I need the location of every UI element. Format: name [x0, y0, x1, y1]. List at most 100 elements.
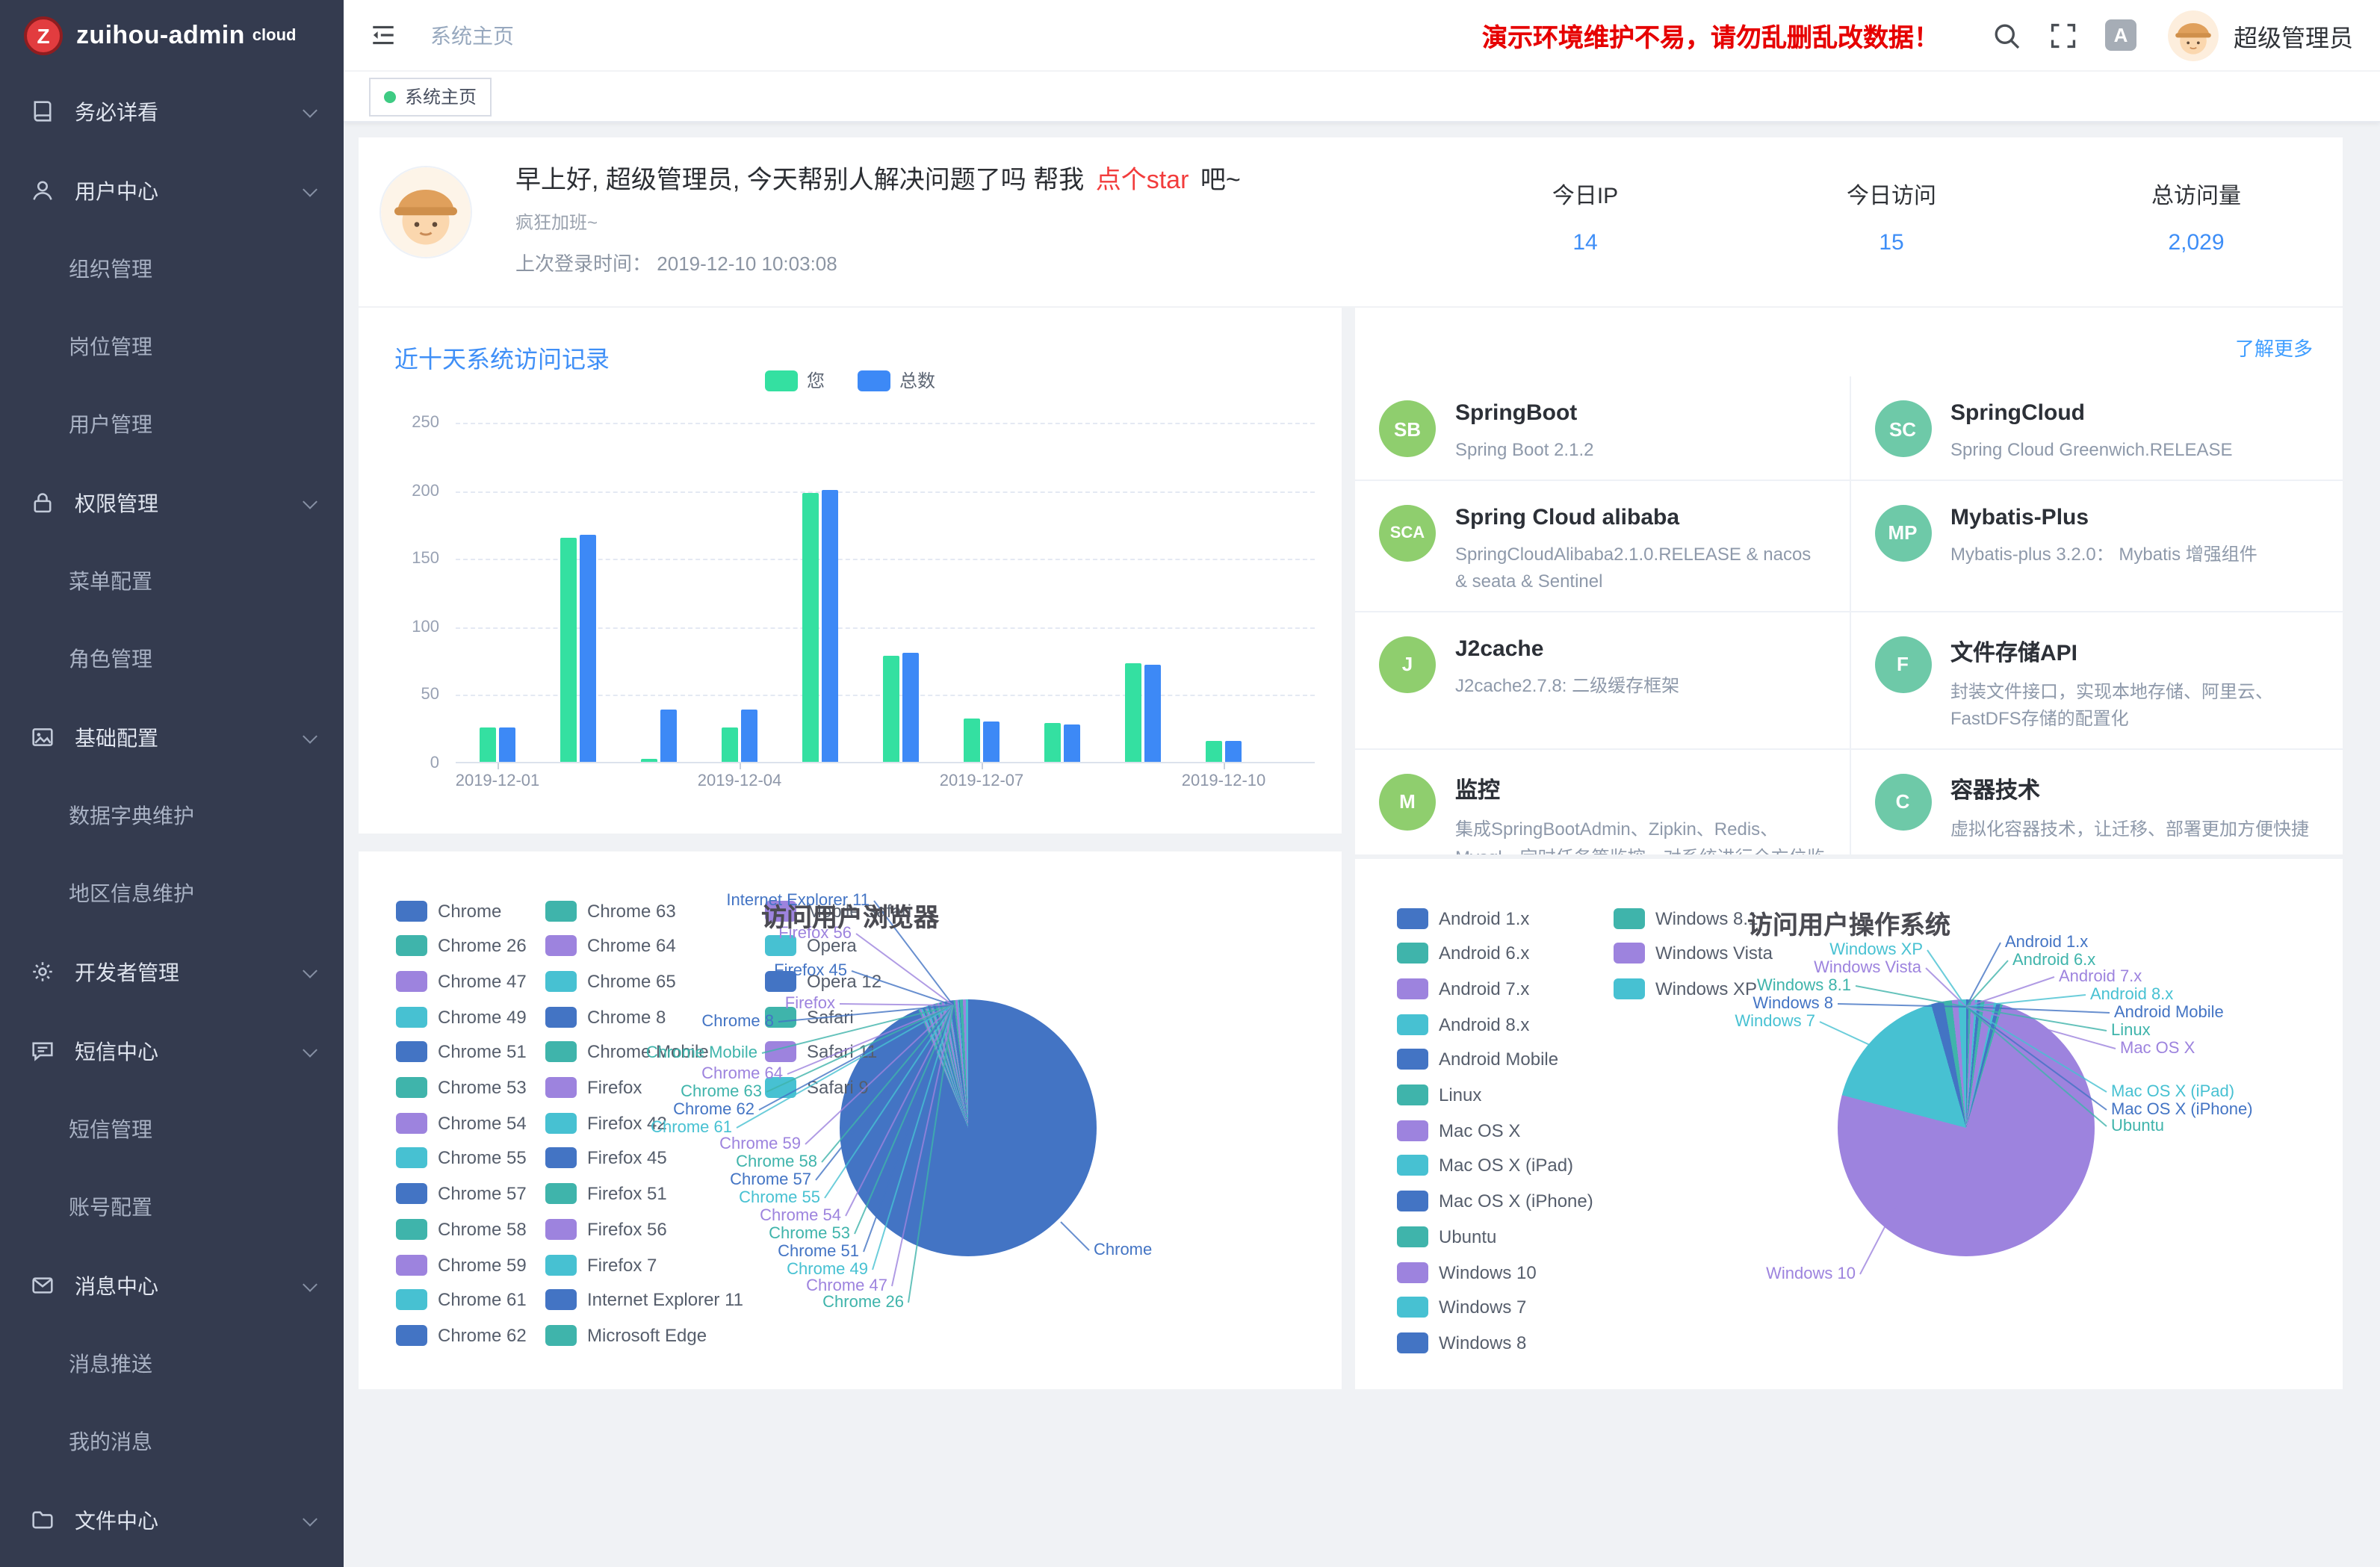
- sidebar-item-role-management[interactable]: 角色管理: [0, 620, 344, 698]
- sidebar-item-post-management[interactable]: 岗位管理: [0, 308, 344, 385]
- legend-Windows 8[interactable]: Windows 8: [1397, 1332, 1526, 1354]
- legend-Firefox 45[interactable]: Firefox 45: [545, 1147, 667, 1170]
- legend-Android 7.x[interactable]: Android 7.x: [1397, 978, 1529, 1000]
- search-icon[interactable]: [1992, 20, 2021, 50]
- app-logo[interactable]: Z zuihou-admin cloud: [0, 0, 344, 72]
- legend-Chrome 51[interactable]: Chrome 51: [396, 1041, 527, 1064]
- sidebar-item-sms-center[interactable]: 短信中心: [0, 1011, 344, 1090]
- legend-Chrome 58[interactable]: Chrome 58: [396, 1218, 527, 1241]
- legend-swatch: [1397, 1191, 1428, 1211]
- tab-home[interactable]: 系统主页: [369, 77, 492, 116]
- sidebar-item-menu-config[interactable]: 菜单配置: [0, 542, 344, 620]
- legend-Firefox[interactable]: Firefox: [545, 1076, 642, 1099]
- legend-Android 6.x[interactable]: Android 6.x: [1397, 942, 1529, 964]
- sidebar-item-data-dict-maintain[interactable]: 数据字典维护: [0, 777, 344, 854]
- legend-Chrome 53[interactable]: Chrome 53: [396, 1076, 527, 1099]
- legend-swatch: [396, 1289, 427, 1310]
- legend-Chrome Mobile[interactable]: Chrome Mobile: [545, 1041, 709, 1064]
- legend-Windows 10[interactable]: Windows 10: [1397, 1261, 1537, 1283]
- legend-Chrome 64[interactable]: Chrome 64: [545, 934, 676, 957]
- legend-您[interactable]: 您: [765, 367, 825, 393]
- legend-Mac OS X (iPhone)[interactable]: Mac OS X (iPhone): [1397, 1190, 1593, 1212]
- sidebar-item-file-center[interactable]: 文件中心: [0, 1480, 344, 1560]
- legend-Chrome 62[interactable]: Chrome 62: [396, 1324, 527, 1347]
- legend-Chrome 57[interactable]: Chrome 57: [396, 1182, 527, 1205]
- legend-Windows 7[interactable]: Windows 7: [1397, 1296, 1526, 1318]
- sidebar-item-permission[interactable]: 权限管理: [0, 463, 344, 542]
- bar-you: [1044, 724, 1061, 762]
- legend-Android 8.x[interactable]: Android 8.x: [1397, 1013, 1529, 1035]
- folder-icon: [30, 1507, 55, 1533]
- legend-Ubuntu[interactable]: Ubuntu: [1397, 1226, 1496, 1248]
- legend-总数[interactable]: 总数: [858, 367, 935, 393]
- legend-Firefox 7[interactable]: Firefox 7: [545, 1253, 657, 1276]
- sidebar-item-user-center[interactable]: 用户中心: [0, 151, 344, 230]
- breadcrumb[interactable]: 系统主页: [430, 20, 514, 50]
- sidebar-item-user-management[interactable]: 用户管理: [0, 385, 344, 463]
- tab-active-dot: [384, 90, 396, 102]
- visit-chart-plot[interactable]: [456, 423, 1315, 763]
- legend-label: Opera 12: [807, 971, 881, 992]
- legend-Safari 11[interactable]: Safari 11: [765, 1041, 877, 1064]
- sidebar-item-account-config[interactable]: 账号配置: [0, 1168, 344, 1246]
- sidebar-item-developer[interactable]: 开发者管理: [0, 932, 344, 1011]
- legend-label: Windows 7: [1439, 1297, 1526, 1318]
- font-size-icon[interactable]: A: [2105, 19, 2136, 51]
- legend-Chrome 47[interactable]: Chrome 47: [396, 970, 527, 993]
- bar-total: [822, 489, 838, 762]
- legend-Chrome 59[interactable]: Chrome 59: [396, 1253, 527, 1276]
- picture-icon: [30, 724, 55, 750]
- legend-Microsoft Edge[interactable]: Microsoft Edge: [545, 1324, 707, 1347]
- legend-Chrome 61[interactable]: Chrome 61: [396, 1288, 527, 1311]
- legend-Mac OS X (iPad)[interactable]: Mac OS X (iPad): [1397, 1155, 1573, 1177]
- legend-Firefox 51[interactable]: Firefox 51: [545, 1182, 667, 1205]
- fullscreen-icon[interactable]: [2048, 20, 2078, 50]
- sidebar-item-sms-management[interactable]: 短信管理: [0, 1090, 344, 1168]
- legend-swatch: [1397, 1049, 1428, 1070]
- legend-Safari[interactable]: Safari: [765, 1005, 854, 1028]
- sidebar-item-org-management[interactable]: 组织管理: [0, 230, 344, 308]
- legend-Chrome 55[interactable]: Chrome 55: [396, 1147, 527, 1170]
- tech-desc: J2cache2.7.8: 二级缓存框架: [1455, 672, 1679, 700]
- legend-Windows Vista[interactable]: Windows Vista: [1614, 942, 1773, 964]
- learn-more-link[interactable]: 了解更多: [2235, 333, 2313, 362]
- bar-you: [883, 656, 899, 762]
- legend-swatch: [396, 1148, 427, 1169]
- message-icon: [30, 1273, 55, 1298]
- menu-fold-icon[interactable]: [369, 21, 397, 49]
- legend-Linux[interactable]: Linux: [1397, 1084, 1481, 1106]
- sidebar-item-message-center[interactable]: 消息中心: [0, 1246, 344, 1325]
- sidebar-item-must-view[interactable]: 务必详看: [0, 72, 344, 151]
- legend-swatch: [545, 1254, 577, 1275]
- tech-info: 文件存储API封装文件接口，实现本地存储、阿里云、FastDFS存储的配置化: [1950, 633, 2321, 733]
- legend-label: Chrome 53: [438, 1077, 527, 1098]
- legend-label: Chrome 64: [587, 935, 676, 956]
- legend-label: Chrome 51: [438, 1042, 527, 1063]
- legend-Chrome 49[interactable]: Chrome 49: [396, 1005, 527, 1028]
- legend-Safari 9[interactable]: Safari 9: [765, 1076, 869, 1099]
- username[interactable]: 超级管理员: [2234, 17, 2353, 53]
- legend-Opera 12[interactable]: Opera 12: [765, 970, 881, 993]
- legend-Chrome 26[interactable]: Chrome 26: [396, 934, 527, 957]
- legend-Firefox 56[interactable]: Firefox 56: [545, 1218, 667, 1241]
- legend-Mac OS X[interactable]: Mac OS X: [1397, 1119, 1520, 1141]
- legend-swatch: [1614, 978, 1645, 999]
- sidebar-item-area-info-maintain[interactable]: 地区信息维护: [0, 854, 344, 932]
- y-axis-label: 50: [371, 686, 439, 704]
- sidebar-item-message-push[interactable]: 消息推送: [0, 1325, 344, 1403]
- legend-Windows XP[interactable]: Windows XP: [1614, 978, 1757, 1000]
- legend-swatch: [765, 935, 796, 956]
- tech-item-j: JJ2cacheJ2cache2.7.8: 二级缓存框架: [1355, 611, 1849, 748]
- legend-Chrome 65[interactable]: Chrome 65: [545, 970, 676, 993]
- sidebar-item-my-message[interactable]: 我的消息: [0, 1403, 344, 1480]
- legend-Opera[interactable]: Opera: [765, 934, 857, 957]
- legend-Android Mobile[interactable]: Android Mobile: [1397, 1049, 1558, 1071]
- sidebar-item-basic-config[interactable]: 基础配置: [0, 698, 344, 777]
- legend-label: Chrome 55: [438, 1148, 527, 1169]
- legend-Chrome 8[interactable]: Chrome 8: [545, 1005, 666, 1028]
- legend-Chrome 54[interactable]: Chrome 54: [396, 1111, 527, 1134]
- legend-Firefox 42[interactable]: Firefox 42: [545, 1111, 667, 1134]
- legend-Internet Explorer 11[interactable]: Internet Explorer 11: [545, 1288, 743, 1311]
- legend-swatch: [396, 1006, 427, 1027]
- user-avatar[interactable]: [2168, 10, 2219, 60]
